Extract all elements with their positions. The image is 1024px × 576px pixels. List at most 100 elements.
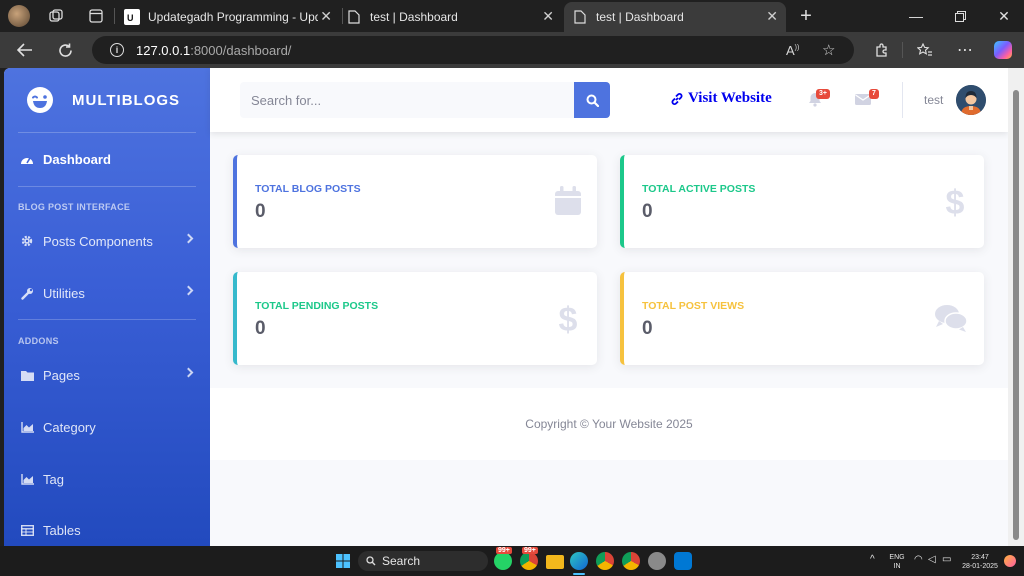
- restore-icon[interactable]: [950, 6, 970, 26]
- tab-dashboard-2[interactable]: test | Dashboard ✕: [564, 2, 786, 32]
- topbar: Visit Website 3+ 7 test: [210, 68, 1008, 132]
- tab-title: test | Dashboard: [370, 10, 458, 24]
- volume-icon[interactable]: ◁: [928, 555, 936, 565]
- whatsapp-icon[interactable]: [494, 552, 512, 570]
- file-explorer-icon[interactable]: [546, 555, 564, 569]
- stat-card-total-post-views: TOTAL POST VIEWS 0: [620, 272, 984, 365]
- chrome-profile-icon[interactable]: [596, 552, 614, 570]
- messages-button[interactable]: 7: [855, 89, 879, 108]
- tray-chevron-up-icon[interactable]: ^: [870, 555, 875, 565]
- scrollbar-thumb[interactable]: [1013, 90, 1019, 540]
- settings-gear-icon[interactable]: [648, 552, 666, 570]
- tachometer-icon: [20, 152, 34, 166]
- clock[interactable]: 23:47 28-01-2025: [958, 553, 1002, 571]
- stat-value: 0: [255, 318, 266, 339]
- battery-icon[interactable]: ▭: [942, 555, 951, 565]
- favorite-star-icon[interactable]: ☆: [822, 41, 835, 59]
- sidebar-item-utilities[interactable]: Utilities: [4, 278, 210, 308]
- chevron-right-icon: [183, 367, 194, 378]
- svg-text:$: $: [559, 302, 578, 334]
- sidebar-item-label: Pages: [43, 367, 80, 383]
- stat-value: 0: [255, 201, 266, 222]
- user-name[interactable]: test: [924, 93, 943, 107]
- sidebar-item-label: Dashboard: [43, 151, 111, 167]
- user-avatar[interactable]: [956, 85, 986, 115]
- sidebar-item-posts-components[interactable]: Posts Components: [4, 226, 210, 256]
- sidebar-item-dashboard[interactable]: Dashboard: [4, 144, 210, 174]
- chrome-icon[interactable]: [520, 552, 538, 570]
- alerts-button[interactable]: 3+: [808, 89, 830, 108]
- vscode-icon[interactable]: [674, 552, 692, 570]
- wifi-icon[interactable]: ◠: [914, 555, 923, 565]
- notifications-icon[interactable]: [1004, 555, 1016, 567]
- svg-text:U: U: [127, 13, 134, 23]
- stat-label: TOTAL BLOG POSTS: [255, 183, 361, 195]
- tab-dashboard-1[interactable]: test | Dashboard ✕: [346, 2, 562, 32]
- language-indicator[interactable]: ENG IN: [886, 553, 908, 571]
- browser-tab-strip: U Updategadh Programming - Upd ✕ test | …: [0, 0, 1024, 32]
- close-tab-icon[interactable]: ✕: [542, 8, 554, 25]
- sidebar-item-label: Tag: [43, 471, 64, 487]
- whatsapp-badge: 99+: [496, 547, 512, 554]
- comments-icon: [935, 305, 968, 332]
- profile-avatar[interactable]: [8, 5, 30, 27]
- visit-website-link[interactable]: Visit Website: [670, 90, 772, 107]
- close-tab-icon[interactable]: ✕: [320, 8, 332, 25]
- back-icon[interactable]: [14, 39, 36, 61]
- taskbar-search[interactable]: Search: [358, 551, 488, 571]
- stat-label: TOTAL ACTIVE POSTS: [642, 183, 756, 195]
- close-tab-icon[interactable]: ✕: [766, 8, 778, 25]
- language-code: ENG: [889, 554, 905, 561]
- wrench-icon: [20, 286, 34, 300]
- dollar-icon: $: [946, 185, 965, 217]
- tab-title: Updategadh Programming - Upd: [148, 10, 318, 24]
- region-code: IN: [893, 563, 901, 570]
- messages-count-badge: 7: [869, 89, 879, 99]
- favorites-icon[interactable]: [914, 39, 936, 61]
- chevron-right-icon: [183, 285, 194, 296]
- footer: Copyright © Your Website 2025: [210, 388, 1008, 460]
- ug-logo-icon: U: [124, 9, 140, 25]
- stat-value: 0: [642, 318, 653, 339]
- visit-website-label: Visit Website: [688, 90, 772, 106]
- copilot-icon[interactable]: [994, 41, 1012, 59]
- more-menu-icon[interactable]: ⋯: [954, 39, 976, 61]
- windows-start-icon[interactable]: [336, 554, 350, 568]
- close-window-icon[interactable]: ✕: [994, 6, 1014, 26]
- sidebar-item-category[interactable]: Category: [4, 412, 210, 442]
- cog-icon: [20, 234, 34, 248]
- tab-actions-icon[interactable]: [86, 6, 106, 26]
- sidebar-brand[interactable]: MULTIBLOGS: [4, 68, 210, 132]
- sidebar-item-pages[interactable]: Pages: [4, 360, 210, 390]
- chrome-profile-icon[interactable]: [622, 552, 640, 570]
- stat-value: 0: [642, 201, 653, 222]
- sidebar-item-tables[interactable]: Tables: [4, 515, 210, 545]
- workspaces-icon[interactable]: [46, 6, 66, 26]
- site-info-icon[interactable]: i: [110, 43, 124, 57]
- topbar-divider: [902, 82, 903, 118]
- sidebar-item-label: Posts Components: [43, 233, 153, 249]
- address-bar[interactable]: i 127.0.0.1:8000/dashboard/ A)) ☆: [92, 36, 854, 64]
- page-icon: [572, 9, 588, 25]
- refresh-icon[interactable]: [54, 39, 76, 61]
- extensions-icon[interactable]: [870, 39, 892, 61]
- sidebar-heading: ADDONS: [18, 336, 59, 346]
- chart-area-icon: [20, 420, 34, 434]
- tab-updategadh[interactable]: U Updategadh Programming - Upd ✕: [124, 2, 340, 32]
- brand-name: MULTIBLOGS: [72, 91, 181, 109]
- laugh-wink-icon: [27, 87, 53, 113]
- read-aloud-icon[interactable]: A)): [786, 43, 799, 58]
- page-viewport: MULTIBLOGS Dashboard BLOG POST INTERFACE…: [4, 68, 1008, 546]
- chevron-right-icon: [183, 233, 194, 244]
- minimize-icon[interactable]: —: [906, 6, 926, 26]
- new-tab-icon[interactable]: +: [796, 5, 816, 27]
- page-scrollbar[interactable]: [1008, 68, 1024, 546]
- search-input[interactable]: [240, 82, 574, 118]
- sidebar-item-label: Category: [43, 419, 96, 435]
- chart-area-icon: [20, 472, 34, 486]
- sidebar-item-tag[interactable]: Tag: [4, 464, 210, 494]
- stat-label: TOTAL POST VIEWS: [642, 300, 745, 312]
- search-button[interactable]: [574, 82, 610, 118]
- edge-icon[interactable]: [570, 552, 588, 570]
- sidebar-item-label: Utilities: [43, 285, 85, 301]
